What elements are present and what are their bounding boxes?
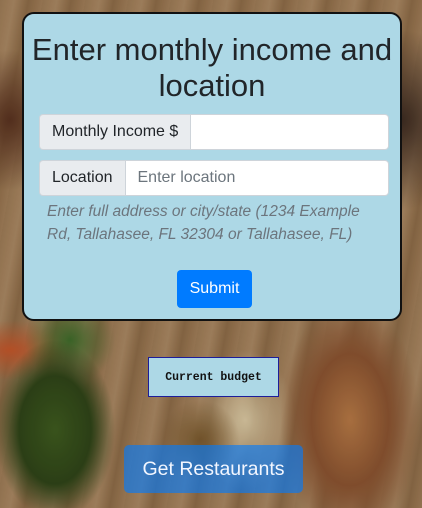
location-label: Location xyxy=(39,160,125,196)
location-hint: Enter full address or city/state (1234 E… xyxy=(47,203,360,243)
income-input[interactable] xyxy=(190,114,389,150)
location-input-group: Location xyxy=(39,160,389,196)
income-label: Monthly Income $ xyxy=(39,114,191,150)
form-title: Enter monthly income and location xyxy=(31,32,393,103)
location-input[interactable] xyxy=(124,160,389,196)
income-input-group: Monthly Income $ xyxy=(39,114,389,150)
submit-button[interactable]: Submit xyxy=(177,270,252,308)
get-restaurants-button[interactable]: Get Restaurants xyxy=(124,445,303,493)
income-location-form: Enter monthly income and location Monthl… xyxy=(22,12,402,321)
current-budget-box: Current budget xyxy=(148,357,279,397)
